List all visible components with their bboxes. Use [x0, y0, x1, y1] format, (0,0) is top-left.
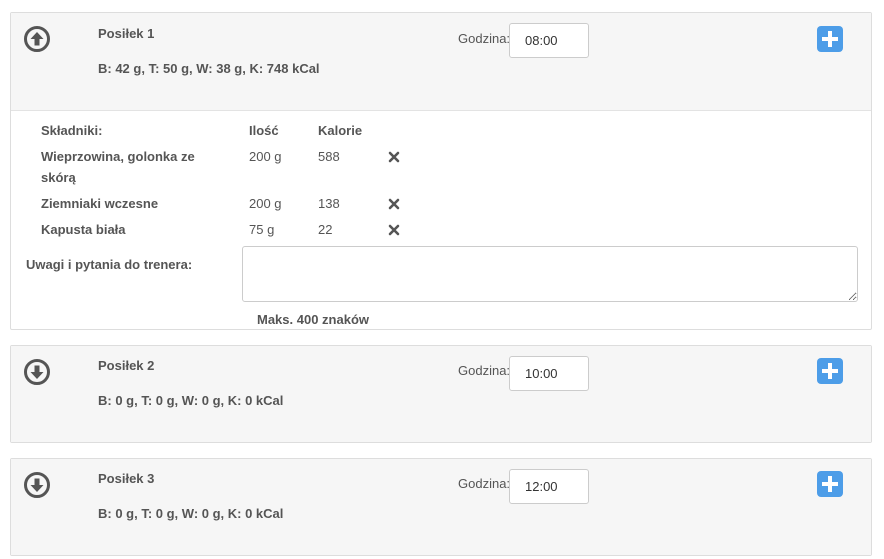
- ingredient-name: Wieprzowina, golonka ze skórą: [41, 149, 195, 185]
- time-label: Godzina:: [458, 31, 511, 46]
- meal-header-3: Posiłek 3 B: 0 g, T: 0 g, W: 0 g, K: 0 k…: [11, 459, 871, 555]
- time-input[interactable]: [509, 356, 589, 391]
- time-input[interactable]: [509, 469, 589, 504]
- plus-icon: [822, 363, 838, 379]
- ingredients-header-cal: Kalorie: [318, 123, 363, 138]
- ingredients-header-qty: Ilość: [249, 123, 279, 138]
- meal-macros: B: 0 g, T: 0 g, W: 0 g, K: 0 kCal: [98, 393, 284, 408]
- arrow-down-circle-icon[interactable]: [24, 359, 50, 385]
- remove-ingredient-icon[interactable]: [388, 224, 400, 236]
- ingredient-qty: 200 g: [249, 196, 282, 211]
- ingredient-name: Kapusta biała: [41, 222, 126, 237]
- arrow-down-circle-icon[interactable]: [24, 472, 50, 498]
- plus-icon: [822, 31, 838, 47]
- time-label: Godzina:: [458, 476, 511, 491]
- meal-macros: B: 0 g, T: 0 g, W: 0 g, K: 0 kCal: [98, 506, 284, 521]
- notes-textarea[interactable]: [242, 246, 858, 302]
- ingredient-cal: 588: [318, 149, 340, 164]
- meal-details: Składniki: Ilość Kalorie Wieprzowina, go…: [11, 110, 871, 330]
- meal-title: Posiłek 2: [98, 358, 155, 373]
- arrow-up-circle-icon[interactable]: [24, 26, 50, 52]
- ingredient-qty: 75 g: [249, 222, 275, 237]
- ingredient-cal: 22: [318, 222, 333, 237]
- time-input[interactable]: [509, 23, 589, 58]
- meal-panel-1: Posiłek 1 B: 42 g, T: 50 g, W: 38 g, K: …: [10, 12, 872, 330]
- meal-header-2: Posiłek 2 B: 0 g, T: 0 g, W: 0 g, K: 0 k…: [11, 346, 871, 442]
- meal-panel-2: Posiłek 2 B: 0 g, T: 0 g, W: 0 g, K: 0 k…: [10, 345, 872, 443]
- meal-title: Posiłek 1: [98, 26, 155, 41]
- meal-panel-3: Posiłek 3 B: 0 g, T: 0 g, W: 0 g, K: 0 k…: [10, 458, 872, 556]
- remove-ingredient-icon[interactable]: [388, 151, 400, 163]
- add-ingredient-button[interactable]: [817, 471, 843, 497]
- meal-macros: B: 42 g, T: 50 g, W: 38 g, K: 748 kCal: [98, 61, 320, 76]
- plus-icon: [822, 476, 838, 492]
- meal-title: Posiłek 3: [98, 471, 155, 486]
- time-label: Godzina:: [458, 363, 511, 378]
- remove-ingredient-icon[interactable]: [388, 198, 400, 210]
- notes-label: Uwagi i pytania do trenera:: [26, 257, 193, 272]
- ingredients-header-name: Składniki:: [41, 123, 103, 138]
- ingredient-qty: 200 g: [249, 149, 282, 164]
- add-ingredient-button[interactable]: [817, 358, 843, 384]
- add-ingredient-button[interactable]: [817, 26, 843, 52]
- meal-header-1: Posiłek 1 B: 42 g, T: 50 g, W: 38 g, K: …: [11, 13, 871, 110]
- max-chars-hint: Maks. 400 znaków: [257, 312, 369, 327]
- ingredient-cal: 138: [318, 196, 340, 211]
- ingredient-name: Ziemniaki wczesne: [41, 196, 159, 211]
